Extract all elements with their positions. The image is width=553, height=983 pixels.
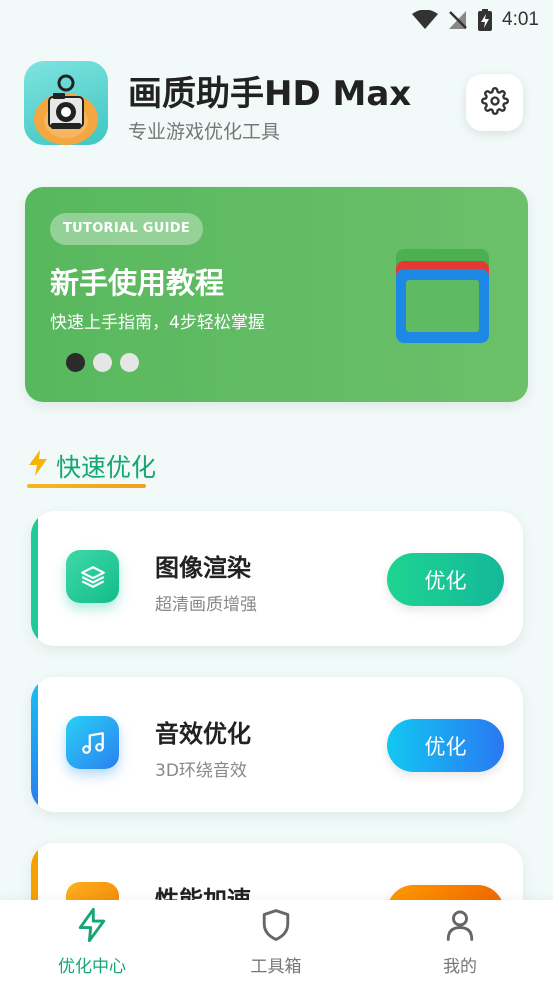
wifi-icon xyxy=(412,10,439,30)
section-title: 快速优化 xyxy=(56,453,157,482)
card-title: 图像渲染 xyxy=(155,554,251,582)
no-signal-icon xyxy=(448,10,468,30)
settings-button[interactable] xyxy=(466,74,523,131)
section-underline xyxy=(27,484,146,488)
card-accent xyxy=(31,677,38,812)
optimize-button[interactable]: 优化 xyxy=(387,553,504,606)
section-heading: 快速优化 xyxy=(28,448,156,484)
nav-label: 工具箱 xyxy=(250,957,302,977)
card-title: 音效优化 xyxy=(155,720,251,748)
app-subtitle: 专业游戏优化工具 xyxy=(128,121,281,143)
layers-icon xyxy=(66,550,119,603)
nav-tab-toolbox[interactable]: 工具箱 xyxy=(216,908,336,977)
carousel-dot-3[interactable] xyxy=(120,353,139,372)
card-description: 3D环绕音效 xyxy=(155,761,247,781)
nav-tab-optimize[interactable]: 优化中心 xyxy=(32,907,152,977)
card-accent xyxy=(31,511,38,646)
banner-title: 新手使用教程 xyxy=(50,266,225,300)
lightning-icon xyxy=(76,907,108,946)
user-icon xyxy=(444,908,476,946)
gear-icon xyxy=(480,86,509,119)
app-title: 画质助手HD Max xyxy=(128,74,412,114)
nav-label: 优化中心 xyxy=(58,957,126,977)
bottom-navigation: 优化中心 工具箱 我的 xyxy=(0,900,553,983)
optimize-button[interactable]: 优化 xyxy=(387,719,504,772)
carousel-dot-1[interactable] xyxy=(66,353,85,372)
carousel-indicator xyxy=(66,353,139,372)
status-bar: 4:01 xyxy=(0,0,553,40)
banner-subtitle: 快速上手指南，4步轻松掌握 xyxy=(50,313,265,333)
lightning-icon xyxy=(28,450,48,482)
card-audio[interactable]: 音效优化 3D环绕音效 优化 xyxy=(31,677,523,812)
tutorial-banner[interactable]: TUTORIAL GUIDE 新手使用教程 快速上手指南，4步轻松掌握 xyxy=(25,187,528,402)
nav-tab-profile[interactable]: 我的 xyxy=(400,908,520,977)
status-time: 4:01 xyxy=(502,9,539,30)
card-image-render[interactable]: 图像渲染 超清画质增强 优化 xyxy=(31,511,523,646)
nav-label: 我的 xyxy=(443,957,477,977)
shield-icon xyxy=(260,908,292,946)
carousel-dot-2[interactable] xyxy=(93,353,112,372)
card-description: 超清画质增强 xyxy=(155,595,257,615)
music-note-icon xyxy=(66,716,119,769)
app-logo xyxy=(24,61,108,145)
banner-tag: TUTORIAL GUIDE xyxy=(50,213,203,245)
tutorial-illustration xyxy=(395,247,490,347)
battery-charging-icon xyxy=(478,9,493,31)
